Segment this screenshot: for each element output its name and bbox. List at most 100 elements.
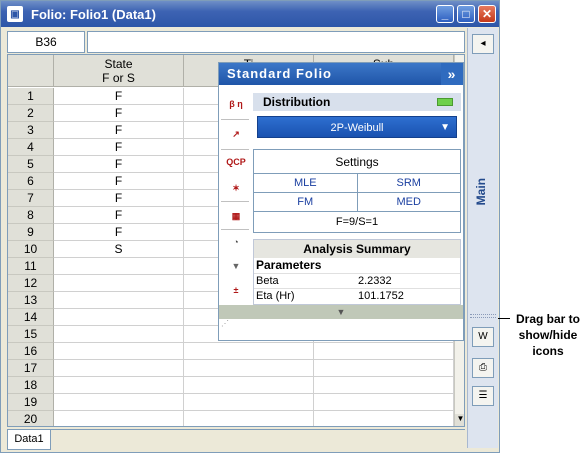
icon-drag-bar[interactable] <box>470 314 496 318</box>
scroll-down-icon[interactable]: ▼ <box>455 414 464 426</box>
row-header[interactable]: 5 <box>8 156 54 173</box>
minimize-button[interactable]: _ <box>436 5 454 23</box>
parameter-value: 101.1752 <box>358 290 404 302</box>
row-header[interactable]: 13 <box>8 292 54 309</box>
main-side-panel: ◂ Main W ⎙ ☰ <box>467 28 498 448</box>
time-cell[interactable] <box>184 343 314 360</box>
row-header[interactable]: 2 <box>8 105 54 122</box>
settings-title[interactable]: Settings <box>254 150 460 174</box>
state-cell[interactable]: S <box>54 241 184 258</box>
time-cell[interactable] <box>184 377 314 394</box>
row-header[interactable]: 7 <box>8 190 54 207</box>
state-cell[interactable]: F <box>54 207 184 224</box>
folio-app-icon[interactable]: ▣ <box>7 6 23 22</box>
row-header[interactable]: 12 <box>8 275 54 292</box>
pdf-report-icon[interactable]: ⎙ <box>472 358 494 378</box>
formula-input[interactable] <box>87 31 465 53</box>
row-header[interactable]: 15 <box>8 326 54 343</box>
state-cell[interactable]: F <box>54 139 184 156</box>
word-doc-icon[interactable]: W <box>472 327 494 347</box>
state-cell[interactable] <box>54 343 184 360</box>
main-panel-label[interactable]: Main <box>474 178 488 205</box>
folio-menu-icon[interactable]: » <box>441 63 463 85</box>
settings-footer: F=9/S=1 <box>335 216 379 228</box>
time-cell[interactable] <box>184 394 314 411</box>
folio-title: Standard Folio » <box>219 63 463 85</box>
gauge-icon[interactable]: ◔ <box>225 231 247 253</box>
wizard-icon[interactable]: ✶ <box>225 177 247 199</box>
state-cell[interactable]: F <box>54 224 184 241</box>
row-header[interactable]: 20 <box>8 411 54 426</box>
row-header[interactable]: 14 <box>8 309 54 326</box>
state-cell[interactable] <box>54 360 184 377</box>
window-titlebar[interactable]: ▣ Folio: Folio1 (Data1) _ □ ✕ <box>1 1 499 27</box>
subset-cell[interactable] <box>314 394 454 411</box>
state-cell[interactable]: F <box>54 173 184 190</box>
setting-med[interactable]: MED <box>358 193 461 211</box>
summary-title: Analysis Summary <box>254 240 460 258</box>
sheet-tabs: Data1 <box>7 429 465 450</box>
state-cell[interactable] <box>54 326 184 343</box>
icon-separator <box>221 201 249 202</box>
settings-row: MLE SRM <box>254 174 460 193</box>
close-button[interactable]: ✕ <box>478 5 496 23</box>
state-cell[interactable] <box>54 309 184 326</box>
calculator-icon[interactable]: ± <box>225 279 247 301</box>
subset-cell[interactable] <box>314 377 454 394</box>
state-cell[interactable]: F <box>54 190 184 207</box>
setting-mle[interactable]: MLE <box>254 174 358 192</box>
time-cell[interactable] <box>184 411 314 426</box>
row-header[interactable]: 9 <box>8 224 54 241</box>
time-cell[interactable] <box>184 360 314 377</box>
grid-sort-icon[interactable]: ▦ <box>225 205 247 227</box>
row-header[interactable]: 17 <box>8 360 54 377</box>
setting-fm[interactable]: FM <box>254 193 358 211</box>
qcp-icon[interactable]: QCP <box>225 151 247 173</box>
status-indicator-icon <box>437 98 453 106</box>
state-cell[interactable] <box>54 258 184 275</box>
resize-grip-icon[interactable]: ⋰ <box>219 319 463 340</box>
icon-separator <box>221 149 249 150</box>
cell-reference-box[interactable]: B36 <box>7 31 85 53</box>
folio-title-text: Standard Folio <box>227 66 332 81</box>
row-header[interactable]: 1 <box>8 88 54 105</box>
callout-pointer <box>498 318 510 319</box>
state-cell[interactable]: F <box>54 88 184 105</box>
distribution-dropdown[interactable]: 2P-Weibull ▼ <box>257 116 457 138</box>
state-cell[interactable]: F <box>54 156 184 173</box>
parameters-icon[interactable]: β η <box>225 93 247 115</box>
state-cell[interactable] <box>54 275 184 292</box>
collapse-left-icon[interactable]: ◂ <box>472 34 494 54</box>
folio-icon-bar: β η ↗ QCP ✶ ▦ ◔ ▼ ± <box>219 85 251 305</box>
setting-srm[interactable]: SRM <box>358 174 461 192</box>
state-cell[interactable] <box>54 411 184 426</box>
state-cell[interactable]: F <box>54 105 184 122</box>
grid-corner[interactable] <box>8 55 54 87</box>
row-header[interactable]: 18 <box>8 377 54 394</box>
state-cell[interactable]: F <box>54 122 184 139</box>
row-header[interactable]: 19 <box>8 394 54 411</box>
plot-icon[interactable]: ↗ <box>225 123 247 145</box>
row-header[interactable]: 4 <box>8 139 54 156</box>
callout-line2: show/hide <box>518 328 578 342</box>
state-cell[interactable] <box>54 394 184 411</box>
state-cell[interactable] <box>54 292 184 309</box>
subset-cell[interactable] <box>314 360 454 377</box>
sheet-tab-data1[interactable]: Data1 <box>7 430 51 450</box>
row-header[interactable]: 3 <box>8 122 54 139</box>
row-header[interactable]: 11 <box>8 258 54 275</box>
filter-icon[interactable]: ▼ <box>225 255 247 277</box>
report-list-icon[interactable]: ☰ <box>472 386 494 406</box>
row-header[interactable]: 8 <box>8 207 54 224</box>
settings-box: Settings MLE SRM FM MED F=9/S=1 <box>253 149 461 233</box>
row-header[interactable]: 16 <box>8 343 54 360</box>
row-header[interactable]: 10 <box>8 241 54 258</box>
subset-cell[interactable] <box>314 343 454 360</box>
state-cell[interactable] <box>54 377 184 394</box>
column-header-state[interactable]: State F or S <box>54 55 184 87</box>
subset-cell[interactable] <box>314 411 454 426</box>
callout-line3: icons <box>532 344 564 358</box>
row-header[interactable]: 6 <box>8 173 54 190</box>
expand-summary-bar[interactable]: ▼ <box>219 305 463 319</box>
maximize-button[interactable]: □ <box>457 5 475 23</box>
